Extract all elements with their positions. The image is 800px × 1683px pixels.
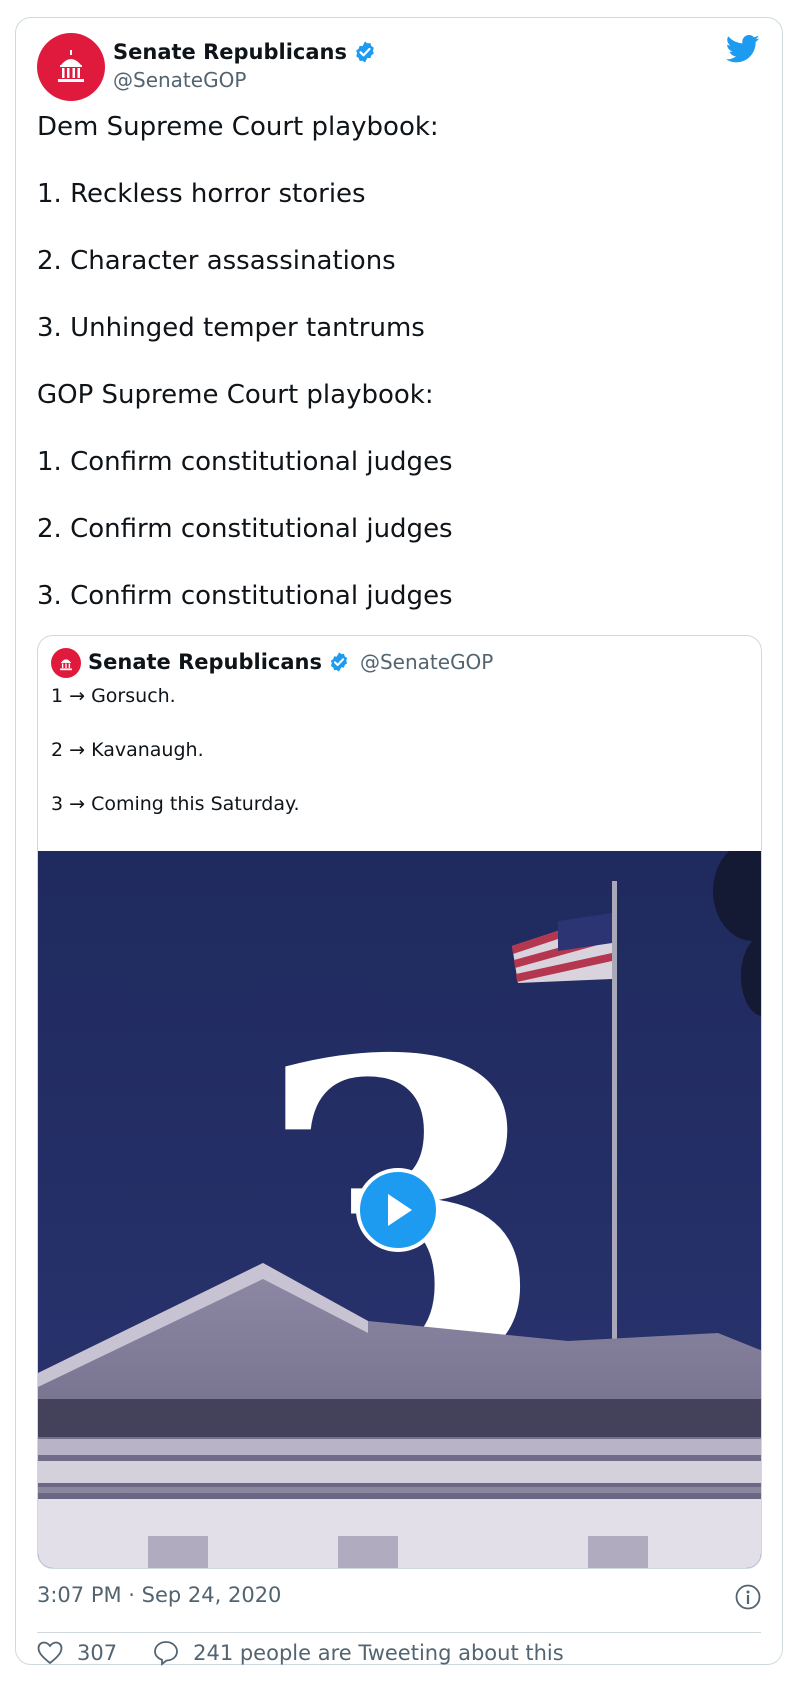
like-button[interactable]: 307 — [37, 1641, 117, 1665]
author-name[interactable]: Senate Republicans — [113, 40, 347, 64]
tweeting-about-text: 241 people are Tweeting about this — [193, 1641, 564, 1665]
quoted-author-handle[interactable]: @SenateGOP — [360, 650, 493, 674]
info-icon[interactable] — [735, 1584, 761, 1614]
tweet-timestamp[interactable]: 3:07 PM · Sep 24, 2020 — [37, 1583, 281, 1607]
verified-badge-icon — [330, 652, 348, 672]
tweet-line: 1. Reckless horror stories — [37, 179, 366, 209]
play-button[interactable] — [356, 1168, 440, 1252]
divider — [37, 1632, 761, 1633]
author-handle[interactable]: @SenateGOP — [113, 68, 246, 92]
like-count: 307 — [77, 1641, 118, 1665]
quoted-header: Senate Republicans @SenateGOP — [88, 650, 493, 674]
quoted-text: 1 → Gorsuch. 2 → Kavanaugh. 3 → Coming t… — [51, 683, 300, 845]
tweet-line: 3. Unhinged temper tantrums — [37, 313, 425, 343]
tweet-line: 2. Character assassinations — [37, 246, 396, 276]
quoted-author-name[interactable]: Senate Republicans — [88, 650, 322, 674]
quoted-line: 2 → Kavanaugh. — [51, 739, 204, 761]
verified-badge-icon — [356, 41, 374, 63]
twitter-bird-icon[interactable] — [725, 34, 760, 68]
tweet-line: Dem Supreme Court playbook: — [37, 112, 439, 142]
quoted-line: 1 → Gorsuch. — [51, 685, 176, 707]
author-name-row[interactable]: Senate Republicans — [113, 40, 377, 64]
tweet-actions: 307 241 people are Tweeting about this — [37, 1640, 564, 1666]
tweeting-about-link[interactable]: 241 people are Tweeting about this — [153, 1640, 564, 1666]
tweet-line: 1. Confirm constitutional judges — [37, 447, 453, 477]
play-icon — [388, 1194, 412, 1226]
tweet-text: Dem Supreme Court playbook: 1. Reckless … — [37, 110, 757, 646]
capitol-dome-icon — [58, 50, 84, 82]
quoted-tweet[interactable]: Senate Republicans @SenateGOP 1 → Gorsuc… — [37, 635, 762, 1569]
quoted-line: 3 → Coming this Saturday. — [51, 793, 300, 815]
video-thumbnail[interactable]: 3 — [38, 851, 761, 1568]
tweet-card: Senate Republicans @SenateGOP Dem Suprem… — [15, 17, 783, 1666]
tweet-line: 3. Confirm constitutional judges — [37, 581, 453, 611]
avatar[interactable] — [37, 33, 105, 101]
tweet-line: 2. Confirm constitutional judges — [37, 514, 453, 544]
quoted-avatar[interactable] — [51, 648, 81, 678]
capitol-dome-icon — [60, 659, 72, 671]
speech-bubble-icon — [154, 1641, 178, 1666]
heart-icon — [37, 1641, 63, 1665]
tweet-line: GOP Supreme Court playbook: — [37, 380, 434, 410]
